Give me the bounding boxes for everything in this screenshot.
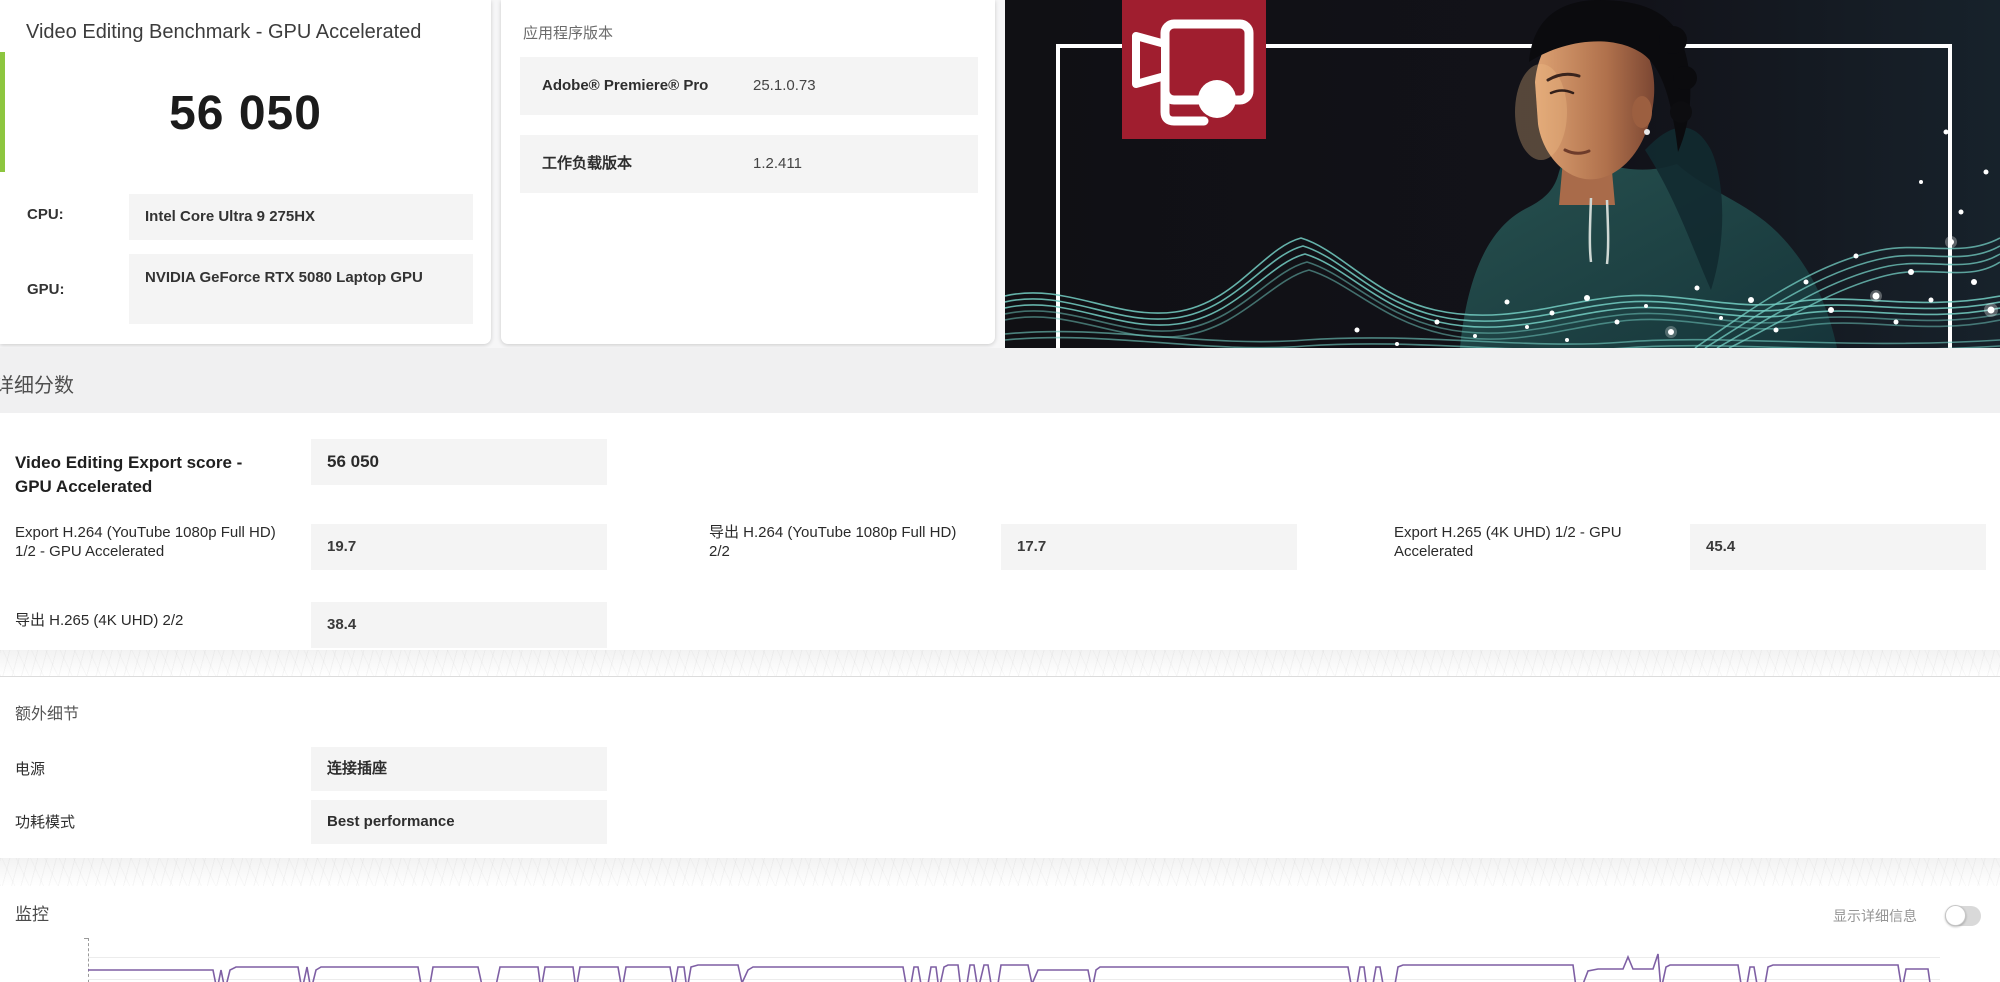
decorative-texture — [0, 858, 2000, 886]
hero-image — [1004, 0, 2000, 351]
app-versions-card: 应用程序版本 Adobe® Premiere® Pro 25.1.0.73 工作… — [501, 0, 995, 344]
summary-card: Video Editing Benchmark - GPU Accelerate… — [0, 0, 491, 344]
score-row-label: 导出 H.265 (4K UHD) 2/2 — [15, 612, 184, 629]
main-score-label: Video Editing Export score - GPU Acceler… — [15, 453, 243, 496]
monitoring-title: 监控 — [15, 905, 49, 924]
show-details-toggle[interactable] — [1945, 905, 1981, 926]
app-name: Adobe® Premiere® Pro — [542, 77, 709, 94]
power-mode-value: Best performance — [311, 800, 607, 844]
monitoring-line-series — [88, 953, 1931, 982]
score-row-label: 导出 H.264 (YouTube 1080p Full HD) 2/2 — [709, 524, 957, 560]
page-title: Video Editing Benchmark - GPU Accelerate… — [26, 21, 422, 44]
video-editing-badge — [1122, 0, 1266, 139]
detailed-scores-title: 详细分数 — [0, 375, 74, 397]
score-row-value: 38.4 — [311, 602, 607, 648]
score-row-value: 17.7 — [1001, 524, 1297, 570]
workload-version-label: 工作负载版本 — [542, 155, 633, 172]
score-row-label: Export H.265 (4K UHD) 1/2 - GPU Accelera… — [1394, 524, 1622, 560]
detailed-scores-band: 详细分数 — [0, 348, 2000, 413]
app-version-row: Adobe® Premiere® Pro 25.1.0.73 — [520, 57, 978, 115]
main-score-value: 56 050 — [311, 439, 607, 485]
cpu-value: Intel Core Ultra 9 275HX — [129, 194, 473, 240]
score-row-value: 19.7 — [311, 524, 607, 570]
score-row-label: Export H.264 (YouTube 1080p Full HD) 1/2… — [15, 524, 276, 560]
overall-score: 56 050 — [169, 87, 322, 140]
section-divider — [0, 676, 2000, 677]
app-versions-title: 应用程序版本 — [523, 25, 614, 43]
detailed-scores-section: Video Editing Export score - GPU Acceler… — [0, 413, 2000, 676]
app-version-value: 25.1.0.73 — [753, 77, 816, 94]
score-row-value: 45.4 — [1690, 524, 1986, 570]
show-details-label: 显示详细信息 — [1833, 908, 1917, 924]
gpu-value: NVIDIA GeForce RTX 5080 Laptop GPU — [129, 254, 473, 324]
monitoring-chart — [88, 953, 1931, 982]
workload-version-row: 工作负载版本 1.2.411 — [520, 135, 978, 193]
toggle-knob[interactable] — [1945, 905, 1966, 926]
power-mode-label: 功耗模式 — [15, 814, 76, 831]
decorative-texture — [0, 650, 2000, 676]
gpu-label: GPU: — [27, 281, 65, 298]
cpu-label: CPU: — [27, 206, 64, 223]
power-source-label: 电源 — [15, 761, 46, 778]
extra-details-title: 额外细节 — [15, 706, 80, 723]
benchmark-result-page: Video Editing Benchmark - GPU Accelerate… — [0, 0, 2000, 982]
power-source-value: 连接插座 — [311, 747, 607, 791]
workload-version-value: 1.2.411 — [753, 155, 802, 172]
